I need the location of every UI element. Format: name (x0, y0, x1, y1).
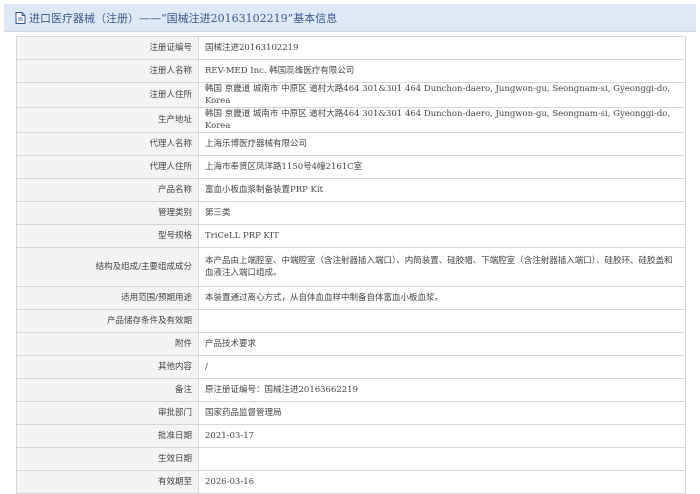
table-row: 适用范围/预期用途 本装置通过离心方式，从自体血血样中制备自体富血小板血浆。 (16, 286, 686, 310)
table-row: 结构及组成/主要组成成分 本产品由上端腔室、中端腔室（含注射器插入端口）、内筒装… (16, 247, 686, 287)
page-header: 进口医疗器械（注册）——“国械注进20163102219”基本信息 (4, 4, 696, 32)
row-value: 产品技术要求 (198, 332, 686, 356)
table-row: 型号规格 TriCeLL PRP KIT (16, 224, 686, 248)
row-value: 本产品由上端腔室、中端腔室（含注射器插入端口）、内筒装置、硅胶帽、下端腔室（含注… (198, 247, 686, 287)
table-row: 附件 产品技术要求 (16, 332, 686, 356)
row-label: 有效期至 (16, 470, 199, 494)
row-value: 2026-03-16 (198, 470, 686, 494)
row-label: 型号规格 (16, 224, 199, 248)
row-label: 生产地址 (16, 107, 199, 133)
document-icon (14, 11, 26, 24)
row-value (198, 447, 686, 471)
row-label: 管理类别 (16, 201, 199, 225)
row-label: 其他内容 (16, 355, 199, 379)
row-label: 注册人住所 (16, 82, 199, 108)
table-row: 注册证编号 国械注进20163102219 (16, 36, 686, 60)
table-row: 代理人名称 上海乐博医疗器械有限公司 (16, 132, 686, 156)
row-value: 国械注进20163102219 (198, 36, 686, 60)
table-row: 注册人住所 韩国 京畿道 城南市 中原区 道村大路464 301&301 464… (16, 82, 686, 108)
row-value: 韩国 京畿道 城南市 中原区 道村大路464 301&301 464 Dunch… (198, 82, 686, 108)
row-label: 注册人名称 (16, 59, 199, 83)
table-row: 代理人住所 上海市奉贤区凤洋路1150号4幢2161C室 (16, 155, 686, 179)
page-title: 进口医疗器械（注册）——“国械注进20163102219”基本信息 (29, 11, 338, 25)
row-value: 富血小板血浆制备装置PRP Kit (198, 178, 686, 202)
row-value (198, 309, 686, 333)
table-row: 批准日期 2021-03-17 (16, 424, 686, 448)
table-row: 审批部门 国家药品监督管理局 (16, 401, 686, 425)
row-label: 产品储存条件及有效期 (16, 309, 199, 333)
info-table-container: 注册证编号 国械注进20163102219 注册人名称 REV-MED Inc.… (16, 36, 686, 494)
row-label: 注册证编号 (16, 36, 199, 60)
row-value: 上海乐博医疗器械有限公司 (198, 132, 686, 156)
row-label: 产品名称 (16, 178, 199, 202)
row-label: 生效日期 (16, 447, 199, 471)
table-row: 产品储存条件及有效期 (16, 309, 686, 333)
row-value: 本装置通过离心方式，从自体血血样中制备自体富血小板血浆。 (198, 286, 686, 310)
row-value: REV-MED Inc. 韩国蕊维医疗有限公司 (198, 59, 686, 83)
row-value: 第三类 (198, 201, 686, 225)
row-value: 国家药品监督管理局 (198, 401, 686, 425)
table-row: 生产地址 韩国 京畿道 城南市 中原区 道村大路464 301&301 464 … (16, 107, 686, 133)
row-label: 备注 (16, 378, 199, 402)
row-label: 代理人住所 (16, 155, 199, 179)
row-value: 上海市奉贤区凤洋路1150号4幢2161C室 (198, 155, 686, 179)
row-value: 原注册证编号：国械注进20163662219 (198, 378, 686, 402)
table-row: 注册人名称 REV-MED Inc. 韩国蕊维医疗有限公司 (16, 59, 686, 83)
row-label: 审批部门 (16, 401, 199, 425)
table-row: 管理类别 第三类 (16, 201, 686, 225)
row-label: 批准日期 (16, 424, 199, 448)
table-row: 备注 原注册证编号：国械注进20163662219 (16, 378, 686, 402)
row-value-text: 本产品由上端腔室、中端腔室（含注射器插入端口）、内筒装置、硅胶帽、下端腔室（含注… (205, 256, 673, 278)
row-label: 附件 (16, 332, 199, 356)
row-value: / (198, 355, 686, 379)
row-label: 结构及组成/主要组成成分 (16, 247, 199, 287)
table-row: 产品名称 富血小板血浆制备装置PRP Kit (16, 178, 686, 202)
info-table: 注册证编号 国械注进20163102219 注册人名称 REV-MED Inc.… (16, 36, 686, 494)
table-row: 生效日期 (16, 447, 686, 471)
table-row: 有效期至 2026-03-16 (16, 470, 686, 494)
row-label: 适用范围/预期用途 (16, 286, 199, 310)
row-value: TriCeLL PRP KIT (198, 224, 686, 248)
row-value: 韩国 京畿道 城南市 中原区 道村大路464 301&301 464 Dunch… (198, 107, 686, 133)
table-row: 其他内容 / (16, 355, 686, 379)
row-label: 代理人名称 (16, 132, 199, 156)
row-value: 2021-03-17 (198, 424, 686, 448)
